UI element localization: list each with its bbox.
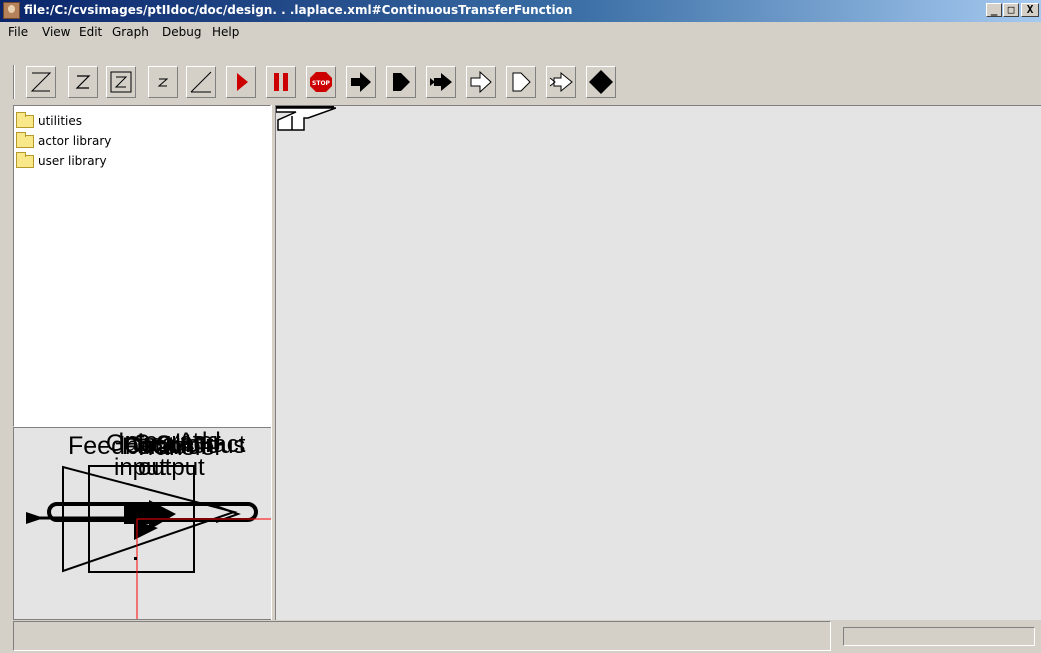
menu-help[interactable]: Help — [212, 25, 239, 39]
new-multiport-icon — [393, 73, 410, 91]
menu-file[interactable]: File — [8, 25, 28, 39]
new-output-multiport-button[interactable] — [546, 66, 576, 98]
window-title: file:/C:/cvsimages/ptIIdoc/doc/design. .… — [24, 3, 573, 17]
menu-graph[interactable]: Graph — [112, 25, 149, 39]
run-icon — [237, 73, 248, 91]
dot-marker — [134, 557, 137, 560]
new-input-multiport-icon — [512, 72, 531, 92]
zoom-full-icon — [190, 71, 212, 93]
svg-text:STOP: STOP — [312, 80, 331, 87]
maximize-button[interactable]: □ — [1003, 3, 1019, 17]
toolbar-grip[interactable] — [13, 65, 15, 99]
pause-icon — [274, 73, 288, 91]
new-port-button[interactable] — [346, 66, 376, 98]
menu-debug[interactable]: Debug — [162, 25, 201, 39]
tree-item-label: actor library — [38, 134, 112, 148]
menu-bar: File View Edit Graph Debug Help — [0, 22, 1041, 42]
minimize-button[interactable]: _ — [986, 3, 1002, 17]
new-output-port-button[interactable] — [466, 66, 496, 98]
new-port-icon — [351, 72, 371, 92]
zoom-fit-button[interactable] — [106, 66, 136, 98]
stop-icon: STOP — [310, 72, 332, 92]
new-relation-icon — [589, 70, 613, 94]
panner-diagram — [26, 465, 272, 619]
tree-item-utilities[interactable]: utilities — [16, 111, 82, 130]
tree-item-label: user library — [38, 154, 107, 168]
new-output-port-icon — [470, 70, 492, 94]
new-input-multiport-button[interactable] — [506, 66, 536, 98]
stop-button[interactable]: STOP — [306, 66, 336, 98]
zoom-in-button[interactable] — [68, 66, 98, 98]
status-progress — [843, 627, 1035, 646]
tree-item-actor-library[interactable]: actor library — [16, 131, 112, 150]
new-input-port-icon — [430, 73, 452, 91]
menu-view[interactable]: View — [42, 25, 70, 39]
tree-item-label: utilities — [38, 114, 82, 128]
tree-item-user-library[interactable]: user library — [16, 151, 107, 170]
folder-icon — [16, 151, 34, 168]
new-output-multiport-icon — [549, 71, 573, 93]
zoom-reset-button[interactable] — [26, 66, 56, 98]
canvas-actor-fragment[interactable] — [276, 106, 336, 136]
folder-icon — [16, 131, 34, 148]
title-bar[interactable]: file:/C:/cvsimages/ptIIdoc/doc/design. .… — [0, 0, 1041, 22]
new-multiport-button[interactable] — [386, 66, 416, 98]
pause-button[interactable] — [266, 66, 296, 98]
zoom-fit-icon — [110, 71, 132, 93]
status-message — [13, 621, 831, 651]
run-button[interactable] — [226, 66, 256, 98]
zoom-out-icon — [157, 78, 169, 87]
library-tree[interactable]: utilities actor library user library — [13, 105, 271, 427]
input-port-icon — [26, 512, 44, 524]
zoom-out-button[interactable] — [148, 66, 178, 98]
zoom-reset-icon — [30, 72, 52, 92]
zoom-in-icon — [75, 75, 91, 89]
folder-icon — [16, 111, 34, 128]
new-relation-button[interactable] — [586, 66, 616, 98]
close-button[interactable]: X — [1021, 3, 1039, 17]
app-icon[interactable] — [3, 2, 20, 19]
new-input-port-button[interactable] — [426, 66, 456, 98]
panner-overview[interactable]: Feedback Gain Integrator Scale Add Subtr… — [13, 427, 273, 620]
menu-edit[interactable]: Edit — [79, 25, 102, 39]
graph-canvas[interactable] — [276, 105, 1041, 620]
zoom-full-button[interactable] — [186, 66, 216, 98]
